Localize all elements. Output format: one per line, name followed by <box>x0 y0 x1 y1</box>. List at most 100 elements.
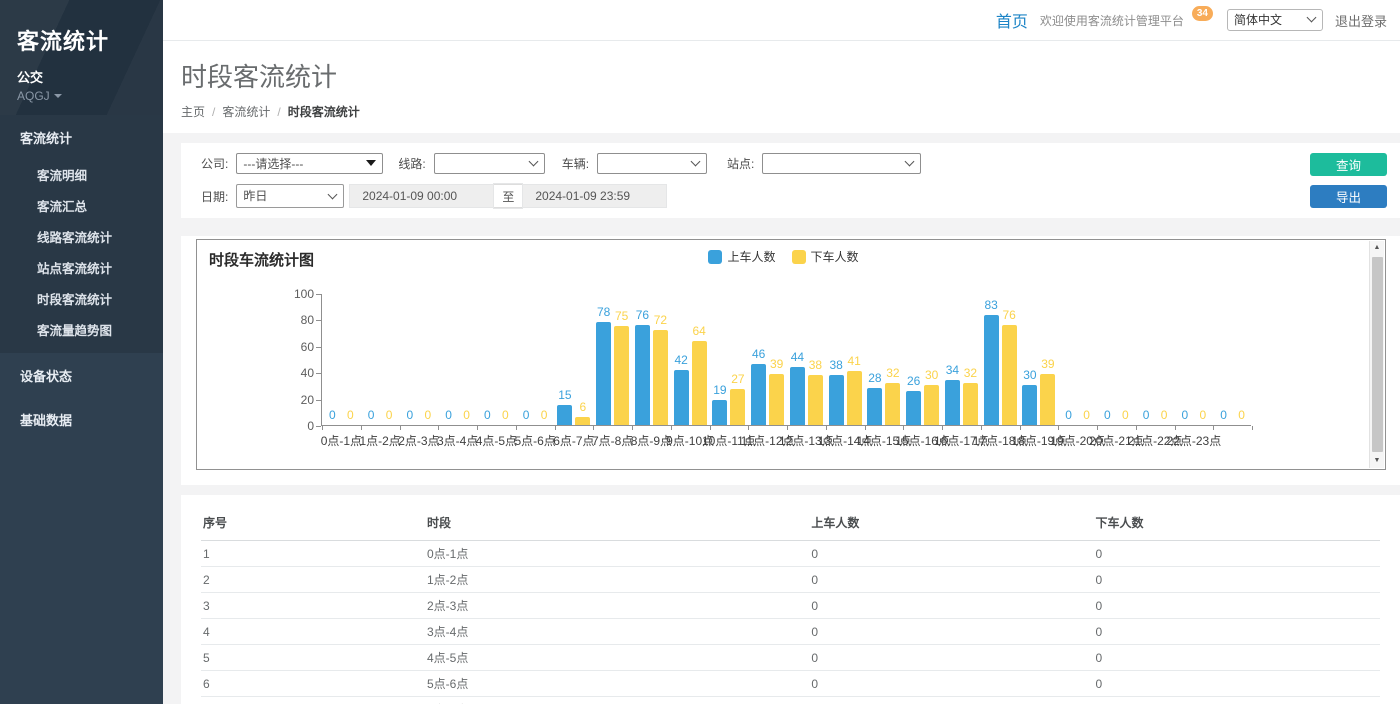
table-cell: 4点-5点 <box>425 645 809 671</box>
x-axis-tick <box>477 426 478 430</box>
bar-value-label: 0 <box>425 408 432 422</box>
chart-vertical-scrollbar[interactable]: ▲ ▼ <box>1369 241 1384 468</box>
bar-alighting[interactable] <box>653 330 668 425</box>
sidebar-item[interactable]: 设备状态 <box>0 353 163 397</box>
legend-item[interactable]: 上车人数 <box>708 248 775 265</box>
bar-boarding[interactable] <box>829 375 844 425</box>
scrollbar-down-arrow[interactable]: ▼ <box>1374 454 1381 468</box>
x-axis-label: 5点-6点 <box>514 432 555 449</box>
logout-link[interactable]: 退出登录 <box>1335 11 1387 30</box>
y-axis-tick <box>316 426 321 427</box>
x-axis-tick <box>942 426 943 430</box>
bar-boarding[interactable] <box>712 400 727 425</box>
sidebar-subitem[interactable]: 线路客流统计 <box>0 221 163 252</box>
table-row: 76点-7点156 <box>201 697 1380 704</box>
bar-alighting[interactable] <box>1040 374 1055 425</box>
sidebar-subitem[interactable]: 客流汇总 <box>0 190 163 221</box>
breadcrumb: 主页 / 客流统计 / 时段客流统计 <box>181 103 1400 120</box>
notification-badge[interactable]: 34 <box>1192 6 1213 21</box>
org-code-dropdown[interactable]: AQGJ <box>17 89 163 103</box>
bar-boarding[interactable] <box>867 388 882 425</box>
bar-boarding[interactable] <box>557 405 572 425</box>
bar-alighting[interactable] <box>614 326 629 425</box>
sidebar-subitem[interactable]: 时段客流统计 <box>0 283 163 314</box>
language-select[interactable]: 简体中文 <box>1227 9 1323 31</box>
bar-alighting[interactable] <box>924 385 939 425</box>
bar-alighting[interactable] <box>769 374 784 425</box>
vehicle-select[interactable] <box>597 153 707 174</box>
bar-value-label: 34 <box>946 363 959 377</box>
end-datetime-input[interactable] <box>522 184 667 208</box>
home-link[interactable]: 首页 <box>996 8 1028 32</box>
export-button[interactable]: 导出 <box>1310 185 1387 208</box>
bar-value-label: 0 <box>1122 408 1129 422</box>
bar-boarding[interactable] <box>596 322 611 425</box>
breadcrumb-home[interactable]: 主页 <box>181 103 205 120</box>
bar-value-label: 0 <box>1065 408 1072 422</box>
bar-boarding[interactable] <box>984 315 999 425</box>
welcome-text: 欢迎使用客流统计管理平台 <box>1040 12 1184 29</box>
bar-value-label: 15 <box>558 388 571 402</box>
bar-boarding[interactable] <box>1022 385 1037 425</box>
bar-alighting[interactable] <box>963 383 978 425</box>
table-cell: 1点-2点 <box>425 567 809 593</box>
bar-value-label: 41 <box>847 354 860 368</box>
sidebar: 客流统计 公交 AQGJ 客流统计客流明细客流汇总线路客流统计站点客流统计时段客… <box>0 0 163 704</box>
sidebar-item[interactable]: 客流统计 <box>0 115 163 159</box>
table-cell: 5 <box>201 645 425 671</box>
breadcrumb-section[interactable]: 客流统计 <box>222 103 270 120</box>
bar-value-label: 28 <box>868 371 881 385</box>
sidebar-subitem[interactable]: 客流量趋势图 <box>0 314 163 345</box>
table-header-cell: 序号 <box>201 505 425 541</box>
bar-boarding[interactable] <box>790 367 805 425</box>
bar-alighting[interactable] <box>692 341 707 425</box>
sidebar-subitem[interactable]: 客流明细 <box>0 159 163 190</box>
bar-alighting[interactable] <box>847 371 862 425</box>
bar-alighting[interactable] <box>575 417 590 425</box>
legend-item[interactable]: 下车人数 <box>792 248 859 265</box>
date-preset-select[interactable]: 昨日 <box>236 184 344 208</box>
bar-boarding[interactable] <box>945 380 960 425</box>
sidebar-brand: 客流统计 公交 AQGJ <box>0 0 163 115</box>
bar-boarding[interactable] <box>906 391 921 425</box>
table-cell: 6 <box>1093 697 1380 704</box>
table-row: 43点-4点00 <box>201 619 1380 645</box>
station-select[interactable] <box>762 153 921 174</box>
line-label: 线路: <box>398 155 425 172</box>
bar-value-label: 0 <box>502 408 509 422</box>
x-axis-tick <box>1020 426 1021 430</box>
bar-boarding[interactable] <box>751 364 766 425</box>
scrollbar-up-arrow[interactable]: ▲ <box>1374 241 1381 255</box>
x-axis-label: 3点-4点 <box>437 432 478 449</box>
table-cell: 2 <box>201 567 425 593</box>
scrollbar-thumb[interactable] <box>1372 257 1383 452</box>
bar-value-label: 83 <box>984 298 997 312</box>
start-datetime-input[interactable] <box>349 184 494 208</box>
sidebar-item[interactable]: 基础数据 <box>0 397 163 441</box>
bar-alighting[interactable] <box>730 389 745 425</box>
table-row: 10点-1点00 <box>201 541 1380 567</box>
bar-boarding[interactable] <box>635 325 650 425</box>
table-header-cell: 上车人数 <box>809 505 1093 541</box>
table-cell: 3点-4点 <box>425 619 809 645</box>
x-axis-label: 0点-1点 <box>321 432 362 449</box>
brand-org: 公交 <box>17 67 163 86</box>
x-axis-tick <box>710 426 711 430</box>
company-select[interactable]: ---请选择--- <box>236 153 383 174</box>
bar-alighting[interactable] <box>808 375 823 425</box>
bar-value-label: 39 <box>770 357 783 371</box>
table-cell: 0 <box>809 671 1093 697</box>
line-select[interactable] <box>434 153 545 174</box>
bar-value-label: 0 <box>1143 408 1150 422</box>
query-button[interactable]: 查询 <box>1310 153 1387 176</box>
bar-alighting[interactable] <box>1002 325 1017 425</box>
table-cell: 0 <box>1093 593 1380 619</box>
sidebar-subitem[interactable]: 站点客流统计 <box>0 252 163 283</box>
bar-value-label: 6 <box>580 400 587 414</box>
content-area: 公司: ---请选择--- 线路: 车辆: <box>163 133 1400 704</box>
bar-value-label: 19 <box>713 383 726 397</box>
bar-boarding[interactable] <box>674 370 689 425</box>
x-axis-label: 2点-3点 <box>398 432 439 449</box>
chart-legend: 上车人数下车人数 <box>197 248 1370 265</box>
bar-alighting[interactable] <box>885 383 900 425</box>
